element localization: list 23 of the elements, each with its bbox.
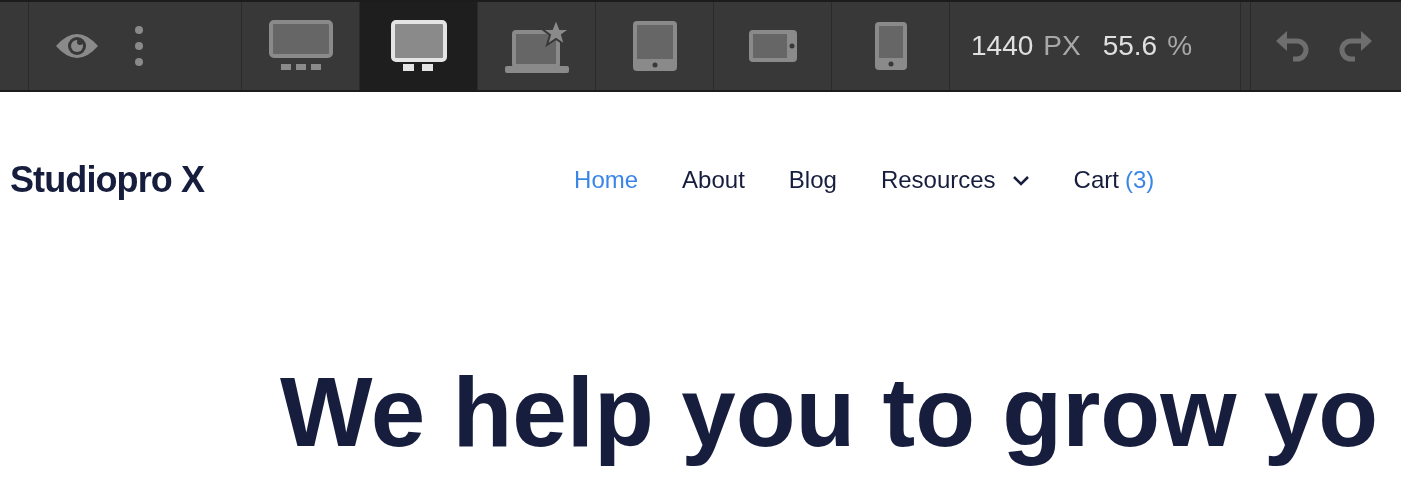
monitor-icon (390, 20, 447, 72)
undo-icon (1275, 29, 1309, 63)
nav-link[interactable]: Resources (880, 162, 1030, 198)
landscape-tablet-icon (748, 30, 797, 62)
more-vertical-icon (134, 25, 144, 67)
tablet-icon (632, 21, 677, 71)
redo-icon (1339, 29, 1373, 63)
nav-link[interactable]: Blog (788, 162, 837, 198)
width-unit: PX (1043, 29, 1081, 63)
nav-link[interactable]: Cart (3) (1073, 162, 1155, 198)
nav-link[interactable]: Home (574, 162, 639, 198)
width-value: 1440 (971, 29, 1034, 63)
undo-button[interactable] (1275, 29, 1309, 63)
eye-icon (55, 31, 99, 61)
nav-link[interactable]: About (682, 162, 745, 198)
zoom-value: 55.6 (1102, 29, 1158, 63)
site-logo: Studiopro X (10, 158, 205, 202)
phone-icon (874, 22, 907, 70)
wide-monitor-icon (268, 20, 333, 72)
hero-heading: We help you to grow yo (280, 356, 1379, 469)
device-button[interactable] (360, 2, 478, 90)
zoom-unit: % (1167, 29, 1193, 63)
redo-button[interactable] (1339, 29, 1373, 63)
